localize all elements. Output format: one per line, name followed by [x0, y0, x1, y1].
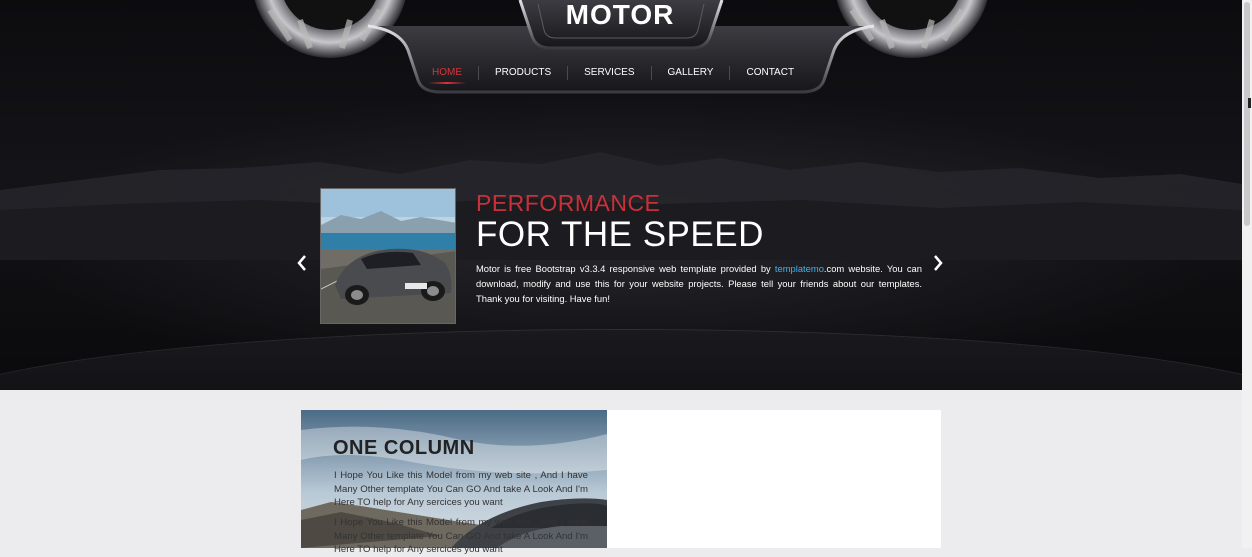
- road-curve: [0, 330, 1242, 390]
- site-logo[interactable]: MOTOR: [520, 0, 720, 40]
- slide-description: Motor is free Bootstrap v3.3.4 responsiv…: [476, 261, 922, 306]
- nav-divider: [729, 66, 731, 80]
- chevron-left-icon: [297, 255, 306, 271]
- scrollbar-thumb[interactable]: [1244, 2, 1250, 226]
- nav-divider: [650, 66, 652, 80]
- slide-subtitle: PERFORMANCE: [476, 190, 661, 216]
- chevron-right-icon: [934, 255, 943, 271]
- nav-contact[interactable]: CONTACT: [736, 64, 804, 82]
- main-nav: HOME PRODUCTS SERVICES GALLERY CONTACT: [422, 64, 804, 84]
- nav-gallery[interactable]: GALLERY: [658, 64, 724, 82]
- text-cursor-icon: [1248, 98, 1251, 108]
- nav-home[interactable]: HOME: [422, 64, 472, 84]
- templatemo-link[interactable]: templatemo: [775, 263, 824, 274]
- nav-services[interactable]: SERVICES: [574, 64, 644, 82]
- slide-car-image: [320, 188, 456, 324]
- slide-title: FOR THE SPEED: [476, 215, 764, 254]
- section-heading: ONE COLUMN: [333, 437, 475, 459]
- content-paragraph: I Hope You Like this Model from my web s…: [334, 517, 588, 555]
- slider-prev-button[interactable]: [293, 252, 311, 274]
- page-scrollbar[interactable]: [1242, 0, 1252, 548]
- slide-text-part: Motor is free Bootstrap v3.3.4 responsiv…: [476, 263, 775, 274]
- nav-divider: [478, 66, 479, 80]
- slider-next-button[interactable]: [929, 252, 947, 274]
- hero-section: MOTOR HOME PRODUCTS SERVICES GALLERY CON…: [0, 0, 1242, 390]
- nav-divider: [567, 66, 569, 80]
- content-paragraph: I Hope You Like this Model from my web s…: [334, 470, 588, 508]
- nav-products[interactable]: PRODUCTS: [485, 64, 561, 82]
